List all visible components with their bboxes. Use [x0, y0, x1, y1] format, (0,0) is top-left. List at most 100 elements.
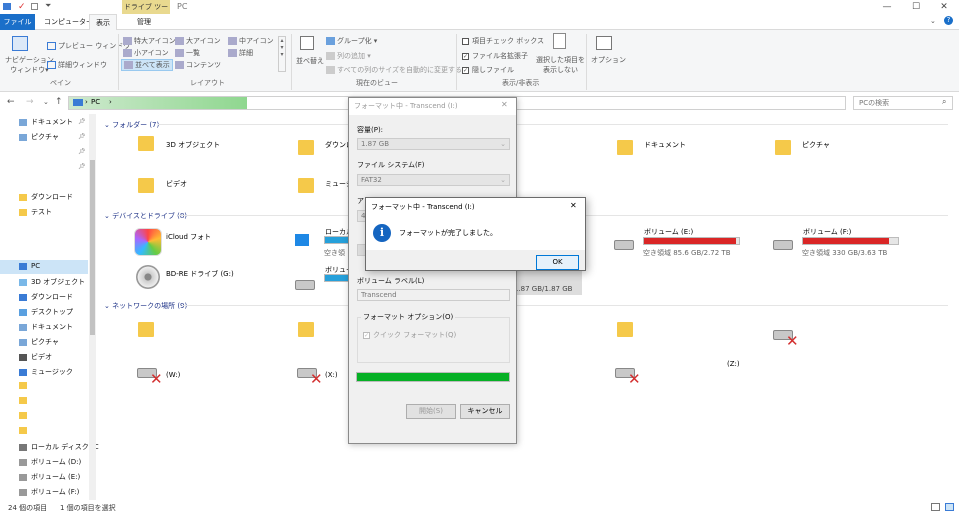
volume-d-drive-icon[interactable]: [295, 280, 315, 290]
details-pane-button[interactable]: 詳細ウィンドウ: [47, 60, 107, 70]
close-button[interactable]: ✕: [929, 0, 959, 14]
properties-icon[interactable]: ✓: [18, 2, 26, 12]
start-button[interactable]: 開始(S): [406, 404, 456, 419]
quick-format-checkbox[interactable]: ✓ クイック フォーマット(Q): [363, 330, 456, 340]
folder-downloads[interactable]: [298, 140, 314, 157]
volume-label-input[interactable]: Transcend: [357, 289, 510, 301]
minimize-button[interactable]: —: [872, 0, 902, 14]
nav-item-local-c[interactable]: ローカル ディスク (C: [19, 442, 99, 452]
new-folder-icon[interactable]: [31, 3, 38, 10]
search-input[interactable]: PCの検索 ⌕: [853, 96, 953, 110]
small-icon: [123, 49, 132, 57]
window-title: PC: [177, 2, 188, 11]
sort-button[interactable]: 並べ替え: [296, 56, 324, 66]
volume-e-drive-icon[interactable]: [614, 240, 634, 250]
layout-tiles[interactable]: 並べて表示: [121, 59, 173, 71]
close-icon[interactable]: ✕: [570, 201, 577, 210]
devices-section-header[interactable]: ⌄ デバイスとドライブ (8): [104, 211, 187, 221]
layout-scroll[interactable]: ▴ ▾ ▾: [278, 36, 286, 72]
folder-videos[interactable]: [138, 178, 154, 195]
forward-arrow-icon[interactable]: →: [26, 97, 34, 107]
tiles-view-toggle-icon[interactable]: [945, 503, 954, 511]
capacity-select[interactable]: 1.87 GB ⌄: [357, 138, 510, 150]
nav-item-test[interactable]: テスト: [19, 207, 52, 217]
cancel-button[interactable]: キャンセル: [460, 404, 510, 419]
nav-item-videos[interactable]: ビデオ: [19, 352, 52, 362]
nav-item-downloads2[interactable]: ダウンロード: [19, 292, 73, 302]
bd-drive-icon[interactable]: [136, 265, 160, 289]
icloud-photos-icon[interactable]: [134, 228, 162, 256]
layout-medium-label: 中アイコン: [239, 37, 274, 45]
folder-icon[interactable]: [19, 382, 27, 389]
nav-item-volume-e[interactable]: ボリューム (E:): [19, 472, 80, 482]
layout-content[interactable]: コンテンツ: [175, 60, 221, 70]
layout-xlarge[interactable]: 特大アイコン: [123, 36, 176, 46]
pin-icon[interactable]: 📌︎: [78, 148, 86, 155]
nav-item-volume-f[interactable]: ボリューム (F:): [19, 487, 79, 497]
pin-icon[interactable]: 📌︎: [78, 118, 86, 125]
group-current-view-label: 現在のビュー: [356, 79, 398, 87]
nav-item-music[interactable]: ミュージック: [19, 367, 73, 377]
fs-select[interactable]: FAT32 ⌄: [357, 174, 510, 186]
hidden-items-toggle[interactable]: ✓ 隠しファイル: [462, 65, 514, 75]
details-view-toggle-icon[interactable]: [931, 503, 940, 511]
group-by-button[interactable]: グループ化 ▾: [326, 36, 377, 46]
nav-item-3d[interactable]: 3D オブジェクト: [19, 277, 85, 287]
nav-scrollbar-thumb[interactable]: [90, 160, 95, 335]
back-arrow-icon[interactable]: ←: [7, 97, 15, 107]
network-folder-2[interactable]: [298, 322, 314, 339]
layout-medium[interactable]: 中アイコン: [228, 36, 274, 46]
folder-icon[interactable]: [19, 412, 27, 419]
volume-f-label: ボリューム (F:): [803, 228, 852, 236]
pin-icon[interactable]: 📌︎: [78, 163, 86, 170]
pin-icon[interactable]: 📌︎: [78, 133, 86, 140]
fit-columns-button[interactable]: すべての列のサイズを自動的に変更する: [326, 65, 462, 75]
add-column-button[interactable]: 列の追加 ▾: [326, 51, 371, 61]
up-arrow-icon[interactable]: ↑: [55, 97, 63, 107]
file-ext-toggle[interactable]: ✓ ファイル名拡張子: [462, 51, 528, 61]
nav-item-desktop[interactable]: デスクトップ: [19, 307, 73, 317]
volume-e-usage-fill: [644, 238, 737, 244]
help-icon[interactable]: ?: [944, 16, 953, 25]
qat-chevron-icon[interactable]: ⏷: [45, 1, 51, 11]
nav-item-pictures[interactable]: ピクチャ: [19, 132, 59, 142]
folder-documents[interactable]: [617, 140, 633, 157]
folder-music[interactable]: [298, 178, 314, 195]
nav-label: ダウンロード: [31, 193, 73, 201]
layout-small[interactable]: 小アイコン: [123, 48, 169, 58]
tab-view[interactable]: 表示: [89, 14, 117, 30]
search-icon[interactable]: ⌕: [942, 97, 946, 107]
maximize-button[interactable]: ☐: [901, 0, 931, 14]
ok-button[interactable]: OK: [536, 255, 579, 270]
tab-file[interactable]: ファイル: [0, 14, 35, 30]
folder-icon[interactable]: [19, 427, 27, 434]
volume-f-drive-icon[interactable]: [773, 240, 793, 250]
layout-large[interactable]: 大アイコン: [175, 36, 221, 46]
network-folder-1[interactable]: [138, 322, 154, 339]
nav-item-pc[interactable]: PC: [19, 262, 40, 270]
nav-item-documents[interactable]: ドキュメント: [19, 117, 73, 127]
documents-folder-icon: [617, 140, 633, 155]
folder-icon[interactable]: [19, 397, 27, 404]
network-folder-3[interactable]: [617, 322, 633, 339]
layout-list[interactable]: 一覧: [175, 48, 200, 58]
nav-item-downloads[interactable]: ダウンロード: [19, 192, 73, 202]
network-section-header[interactable]: ⌄ ネットワークの場所 (9): [104, 301, 187, 311]
options-button[interactable]: オプション: [591, 55, 626, 65]
ribbon-collapse-icon[interactable]: ⌄: [930, 17, 936, 25]
nav-item-volume-d[interactable]: ボリューム (D:): [19, 457, 81, 467]
format-close-icon[interactable]: ✕: [501, 100, 508, 109]
item-checkbox-toggle[interactable]: 項目チェック ボックス: [462, 36, 544, 46]
list-icon: [175, 49, 184, 57]
layout-details[interactable]: 詳細: [228, 48, 253, 58]
tab-manage[interactable]: 管理: [131, 14, 157, 30]
folders-section-header[interactable]: ⌄ フォルダー (7): [104, 120, 159, 130]
nav-item-documents2[interactable]: ドキュメント: [19, 322, 73, 332]
folder-pictures[interactable]: [775, 140, 791, 157]
windows-drive-icon[interactable]: [295, 234, 309, 246]
folder-3d[interactable]: [138, 136, 154, 153]
nav-item-pictures2[interactable]: ピクチャ: [19, 337, 59, 347]
hide-selected-button[interactable]: 選択した項目を 表示しない: [536, 55, 585, 75]
sort-icon: [300, 36, 314, 50]
recent-dropdown-icon[interactable]: ⌄: [43, 98, 49, 106]
